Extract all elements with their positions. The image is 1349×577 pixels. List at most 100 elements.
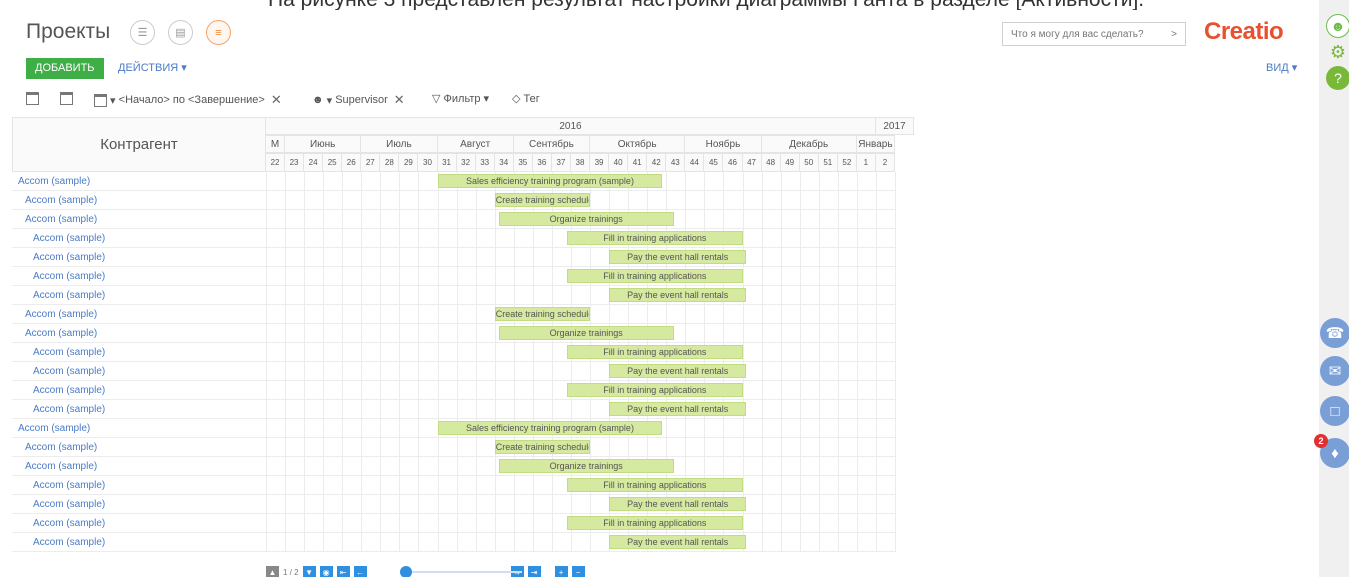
row-timeline: Create training schedule	[266, 305, 896, 324]
task-bar[interactable]: Pay the event hall rentals	[609, 535, 747, 549]
logo: Creatio	[1204, 18, 1284, 45]
account-link[interactable]: Accom (sample)	[33, 400, 105, 419]
task-bar[interactable]: Fill in training applications	[567, 269, 743, 283]
page-caption: На рисунке 3 представлен результат настр…	[0, 0, 1320, 10]
task-bar[interactable]: Pay the event hall rentals	[609, 402, 747, 416]
task-bar[interactable]: Fill in training applications	[567, 345, 743, 359]
scroll-up-icon[interactable]: ▲	[266, 565, 279, 577]
notification-icon[interactable]: ♦ 2	[1314, 434, 1349, 468]
scroll-down-icon[interactable]: ▼	[302, 565, 316, 577]
task-bar[interactable]: Create training schedule	[494, 440, 591, 454]
month-header: М	[266, 135, 286, 153]
account-link[interactable]: Accom (sample)	[25, 324, 97, 343]
table-row: Accom (sample) Fill in training applicati…	[12, 229, 896, 248]
week-row: 22 23 24 25 26 27 28 29 30 31 32 33 34 35 36 37 38 39 40 41…	[266, 153, 895, 172]
gear-icon[interactable]: ⚙	[1326, 40, 1349, 64]
list-view-icon[interactable]: ☰	[130, 20, 155, 45]
account-link[interactable]: Accom (sample)	[25, 438, 97, 457]
zoom-out-icon[interactable]: −	[571, 565, 585, 577]
add-button[interactable]: ДОБАВИТЬ	[26, 58, 104, 79]
row-timeline: Pay the event hall rentals	[266, 495, 896, 514]
week-header: 30	[418, 153, 438, 172]
account-link[interactable]: Accom (sample)	[33, 248, 105, 267]
owner-filter[interactable]: ☻ ▾ Supervisor ✕	[312, 92, 405, 108]
week-header: 48	[761, 153, 781, 172]
account-link[interactable]: Accom (sample)	[18, 419, 90, 438]
account-link[interactable]: Accom (sample)	[33, 476, 105, 495]
week-header: 49	[780, 153, 800, 172]
task-bar[interactable]: Fill in training applications	[567, 383, 743, 397]
task-bar[interactable]: Create training schedule	[494, 307, 591, 321]
account-link[interactable]: Accom (sample)	[18, 172, 90, 191]
profile-icon[interactable]: ☻	[1326, 14, 1349, 38]
account-link[interactable]: Accom (sample)	[33, 495, 105, 514]
task-bar[interactable]: Organize trainings	[498, 326, 674, 340]
task-bar[interactable]: Organize trainings	[498, 212, 674, 226]
month-header: Июнь	[285, 135, 362, 153]
close-icon[interactable]: ✕	[271, 92, 282, 108]
view-menu[interactable]: ВИД ▾	[1266, 61, 1297, 74]
task-bar[interactable]: Pay the event hall rentals	[609, 497, 747, 511]
period-filter[interactable]: ▾ <Начало> по <Завершение> ✕	[94, 92, 282, 108]
task-bar[interactable]: Sales efficiency training program (sampl…	[437, 421, 663, 435]
filter-menu[interactable]: ▽ Фильтр ▾	[432, 92, 489, 105]
task-bar[interactable]: Pay the event hall rentals	[609, 364, 747, 378]
gantt-view-icon[interactable]: ≡	[206, 20, 231, 45]
day-calendar-icon[interactable]	[26, 92, 39, 105]
account-link[interactable]: Accom (sample)	[33, 267, 105, 286]
zoom-in-icon[interactable]: +	[554, 565, 568, 577]
week-calendar-icon[interactable]	[60, 92, 73, 105]
account-link[interactable]: Accom (sample)	[25, 305, 97, 324]
table-row: Accom (sample) Fill in training applicati…	[12, 476, 896, 495]
week-header: 27	[361, 153, 381, 172]
account-link[interactable]: Accom (sample)	[33, 229, 105, 248]
account-link[interactable]: Accom (sample)	[33, 514, 105, 533]
account-link[interactable]: Accom (sample)	[33, 343, 105, 362]
task-bar[interactable]: Create training schedule	[494, 193, 591, 207]
zoom-slider[interactable]	[400, 566, 522, 577]
user-icon: ☻	[312, 94, 324, 106]
task-bar[interactable]: Fill in training applications	[567, 478, 743, 492]
week-header: 42	[647, 153, 667, 172]
week-header: 29	[399, 153, 419, 172]
scroll-right-fast-icon[interactable]: ⇥	[527, 565, 541, 577]
today-icon[interactable]: ◉	[319, 565, 333, 577]
help-icon[interactable]: ?	[1326, 66, 1349, 90]
scroll-left-icon[interactable]: ←	[353, 565, 367, 577]
account-link[interactable]: Accom (sample)	[25, 191, 97, 210]
account-link[interactable]: Accom (sample)	[33, 381, 105, 400]
week-header: 44	[685, 153, 705, 172]
phone-icon[interactable]: ☎	[1320, 318, 1349, 348]
scroll-left-fast-icon[interactable]: ⇤	[336, 565, 350, 577]
task-bar[interactable]: Pay the event hall rentals	[609, 250, 747, 264]
account-link[interactable]: Accom (sample)	[33, 362, 105, 381]
table-row: Accom (sample) Fill in training applicati…	[12, 381, 896, 400]
row-timeline: Fill in training applications	[266, 381, 896, 400]
analytics-view-icon[interactable]: ▤	[168, 20, 193, 45]
account-link[interactable]: Accom (sample)	[25, 457, 97, 476]
close-icon[interactable]: ✕	[394, 92, 405, 108]
week-header: 35	[513, 153, 533, 172]
row-timeline: Organize trainings	[266, 457, 896, 476]
chevron-right-icon[interactable]: >	[1171, 29, 1177, 40]
account-link[interactable]: Accom (sample)	[33, 286, 105, 305]
month-header: Декабрь	[761, 135, 857, 153]
week-header: 32	[456, 153, 476, 172]
task-bar[interactable]: Pay the event hall rentals	[609, 288, 747, 302]
email-icon[interactable]: ✉	[1320, 356, 1349, 386]
table-row: Accom (sample) Organize trainings	[12, 210, 896, 229]
task-bar[interactable]: Fill in training applications	[567, 231, 743, 245]
account-link[interactable]: Accom (sample)	[33, 533, 105, 552]
task-bar[interactable]: Organize trainings	[498, 459, 674, 473]
column-header: Контрагент	[12, 117, 266, 172]
actions-menu[interactable]: ДЕЙСТВИЯ ▾	[118, 61, 187, 74]
account-link[interactable]: Accom (sample)	[25, 210, 97, 229]
table-row: Accom (sample) Create training schedule	[12, 438, 896, 457]
task-bar[interactable]: Sales efficiency training program (sampl…	[437, 174, 663, 188]
chat-icon[interactable]: □	[1320, 396, 1349, 426]
tag-filter[interactable]: ◇ Тег	[512, 92, 540, 106]
task-bar[interactable]: Fill in training applications	[567, 516, 743, 530]
command-search-input[interactable]: Что я могу для вас сделать? >	[1002, 22, 1186, 46]
zoom-slider-thumb[interactable]	[400, 566, 412, 577]
week-header: 26	[342, 153, 362, 172]
